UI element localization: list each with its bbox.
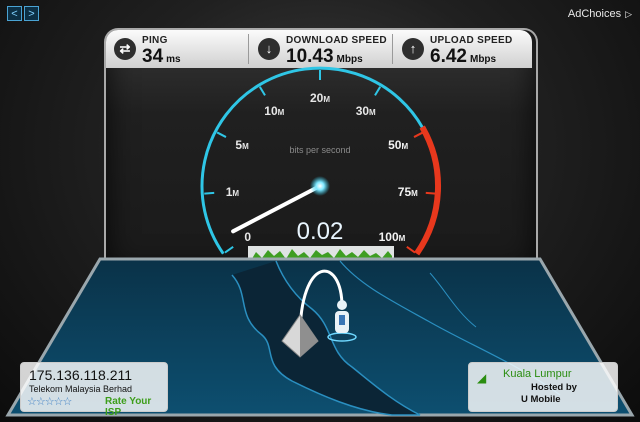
gauge-tick xyxy=(204,191,215,195)
gauge-tick-label: 5M xyxy=(235,138,249,153)
gauge-tick xyxy=(413,131,424,138)
gauge-tick-label: 75M xyxy=(397,184,418,199)
gauge-hub xyxy=(310,176,330,196)
gauge-tick-label: 50M xyxy=(388,138,409,153)
rate-isp-link[interactable]: Rate Your ISP xyxy=(105,396,167,418)
speedtest-stage: < > AdChoices ▷ ⇄ PING 34 ms ↓ DOWNLOAD SP… xyxy=(0,0,640,422)
client-info-box: 175.136.118.211 Telekom Malaysia Berhad … xyxy=(20,362,168,418)
gauge-tick xyxy=(374,86,382,96)
gauge-tick-label: 0 xyxy=(244,229,252,244)
gauge-tick-label: 30M xyxy=(355,103,376,118)
server-sponsor: U Mobile xyxy=(521,394,561,405)
client-person-shirt xyxy=(339,315,345,325)
gauge-tick xyxy=(216,131,227,138)
server-city: Kuala Lumpur xyxy=(503,368,572,380)
gauge-tick xyxy=(258,86,266,96)
gauge-tick-label: 10M xyxy=(264,103,285,118)
map-location-icon: ◢ xyxy=(477,371,487,385)
client-isp: Telekom Malaysia Berhad xyxy=(29,384,133,394)
gauge-tick xyxy=(224,245,234,254)
client-ip: 175.136.118.211 xyxy=(29,367,133,383)
gauge-tick-label: 20M xyxy=(310,91,331,105)
hosted-by-label: Hosted by xyxy=(531,382,577,393)
server-info-box[interactable]: ◢ Kuala Lumpur Hosted by U Mobile xyxy=(468,362,618,412)
gauge-redzone xyxy=(414,125,442,256)
gauge-tick-label: 1M xyxy=(225,184,240,199)
gauge-tick xyxy=(406,245,416,254)
gauge-tick-label: 100M xyxy=(378,229,406,244)
client-person-head xyxy=(337,300,347,310)
gauge-tick xyxy=(425,191,436,195)
current-speed-value: 0.02 xyxy=(296,218,344,245)
gauge-caption: bits per second xyxy=(289,145,351,155)
rating-stars[interactable]: ☆☆☆☆☆ xyxy=(27,395,72,408)
